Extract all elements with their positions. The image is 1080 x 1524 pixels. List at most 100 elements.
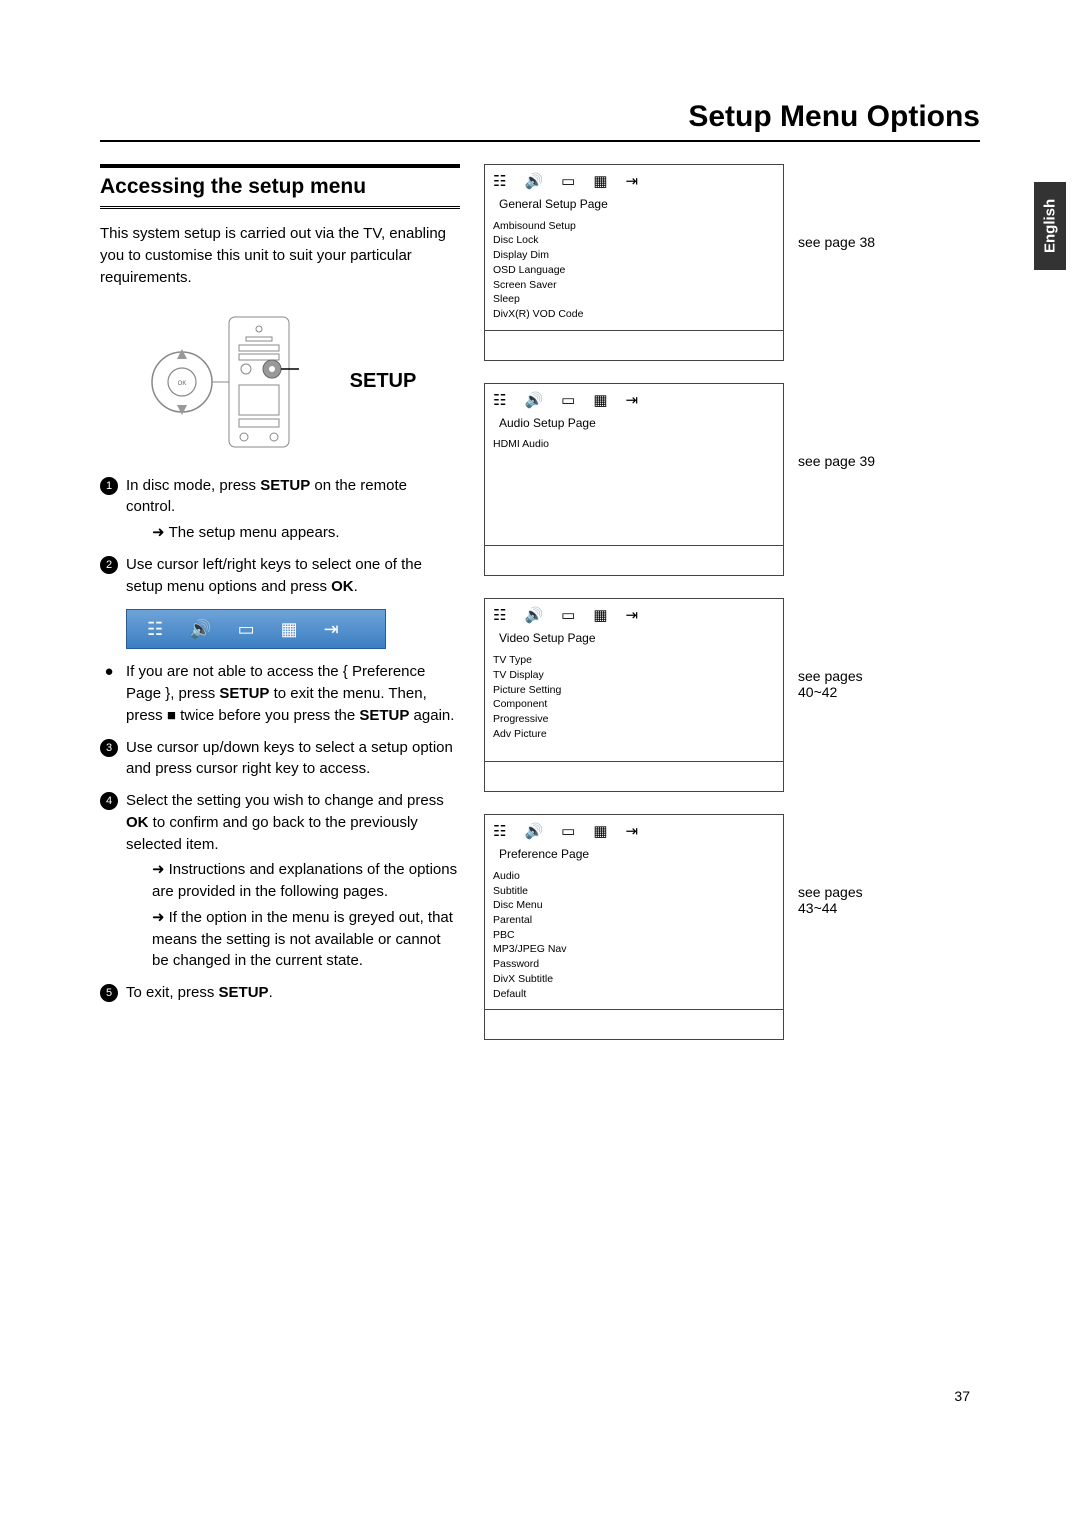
stop-icon: ■ [167,707,176,724]
step5-a: To exit, press [126,984,219,1001]
step4-c: to confirm and go back to the previously… [126,814,418,853]
grid-icon: ▦ [281,616,298,642]
grid-icon: ▦ [593,821,607,842]
sliders-icon: ☷ [493,821,506,842]
bullet-icon: ● [100,661,118,683]
panel-item: Adv Picture [493,727,775,742]
step-3: 3 Use cursor up/down keys to select a se… [100,737,460,781]
panel-item: DivX(R) VOD Code [493,307,775,322]
panel-footer [485,545,783,575]
step1-b: SETUP [260,477,310,494]
sliders-icon: ☷ [493,171,506,192]
panel-item: Progressive [493,712,775,727]
panel-title: Preference Page [485,846,783,867]
panel-item: Disc Lock [493,233,775,248]
panel-item: DivX Subtitle [493,972,775,987]
step2-a: Use cursor left/right keys to select one… [126,556,422,595]
speaker-icon: 🔊 [524,605,543,626]
sliders-icon: ☷ [493,605,506,626]
step1-sub: The setup menu appears. [169,524,340,541]
panel-item: Component [493,697,775,712]
panel-item: HDMI Audio [493,437,775,452]
preference-note: ● If you are not able to access the { Pr… [100,661,460,726]
screen-icon: ▭ [561,605,575,626]
step4-sub2: If the option in the menu is greyed out,… [152,909,453,970]
arrow-icon: ➜ [152,524,165,541]
speaker-icon: 🔊 [524,390,543,411]
panel-item: OSD Language [493,263,775,278]
remote-icon: OK [144,307,344,457]
panel-row: ☷🔊▭▦⇥Video Setup PageTV TypeTV DisplayPi… [484,598,980,792]
panel-item: TV Display [493,668,775,683]
step-bullet-5: 5 [100,984,118,1002]
panel-item: Display Dim [493,248,775,263]
panel-item: Audio [493,869,775,884]
step4-a: Select the setting you wish to change an… [126,792,444,809]
arrow-icon: ➜ [152,861,165,878]
panel-page-reference: see page 38 [784,164,904,250]
setup-panel: ☷🔊▭▦⇥Video Setup PageTV TypeTV DisplayPi… [484,598,784,792]
panel-row: ☷ 🔊 ▭ ▦ ⇥ Audio Setup PageHDMI Audio see page … [484,383,980,577]
screen-icon: ▭ [238,616,255,642]
setup-callout-label: SETUP [350,367,417,396]
step4-b: OK [126,814,149,831]
sliders-icon: ☷ [493,390,506,411]
panel-item: Default [493,987,775,1002]
step-bullet-3: 3 [100,739,118,757]
speaker-icon: 🔊 [189,616,211,642]
step5-c: . [269,984,273,1001]
panel-page-reference: see page 39 [784,383,904,469]
sliders-icon: ☷ [147,616,163,642]
step4-sub1: Instructions and explanations of the opt… [152,861,457,900]
screen-icon: ▭ [561,171,575,192]
panel-title: Audio Setup Page [485,415,783,436]
goto-icon: ⇥ [626,821,639,842]
panel-item: Ambisound Setup [493,219,775,234]
step-1: 1 In disc mode, press SETUP on the remot… [100,475,460,544]
step-5: 5 To exit, press SETUP. [100,982,460,1004]
step5-b: SETUP [219,984,269,1001]
panel-item: Disc Menu [493,898,775,913]
note-e: twice before you press the [176,707,359,724]
step-bullet-4: 4 [100,792,118,810]
svg-text:OK: OK [177,381,186,387]
section-title: Accessing the setup menu [100,164,460,209]
panel-footer [485,330,783,360]
panel-items: HDMI Audio [485,435,783,545]
note-b: SETUP [219,685,269,702]
goto-icon: ⇥ [626,171,639,192]
step2-c: . [354,578,358,595]
arrow-icon: ➜ [152,909,165,926]
panel-item: Sleep [493,292,775,307]
intro-text: This system setup is carried out via the… [100,223,460,288]
panel-title: General Setup Page [485,196,783,217]
step1-a: In disc mode, press [126,477,260,494]
panel-row: ☷🔊▭▦⇥Preference PageAudioSubtitleDisc Me… [484,814,980,1040]
step-bullet-2: 2 [100,556,118,574]
note-f: SETUP [359,707,409,724]
speaker-icon: 🔊 [524,821,543,842]
page-content: Setup Menu Options Accessing the setup m… [100,100,980,1062]
goto-icon: ⇥ [626,390,639,411]
panel-row: ☷🔊▭▦⇥General Setup PageAmbisound SetupDi… [484,164,980,361]
screen-icon: ▭ [561,390,575,411]
step-bullet-1: 1 [100,477,118,495]
panel-item: Picture Setting [493,683,775,698]
goto-icon: ⇥ [626,605,639,626]
panel-page-reference: see pages 40~42 [784,598,904,700]
panel-item: PBC [493,928,775,943]
panel-items: AudioSubtitleDisc MenuParentalPBCMP3/JPE… [485,867,783,1009]
panel-item: TV Type [493,653,775,668]
grid-icon: ▦ [593,390,607,411]
page-title: Setup Menu Options [100,100,980,142]
screen-icon: ▭ [561,821,575,842]
panel-item: Subtitle [493,884,775,899]
step-2: 2 Use cursor left/right keys to select o… [100,554,460,598]
panel-page-reference: see pages 43~44 [784,814,904,916]
grid-icon: ▦ [593,171,607,192]
goto-icon: ⇥ [324,616,339,642]
panel-item: Parental [493,913,775,928]
panel-title: Video Setup Page [485,630,783,651]
setup-panel: ☷ 🔊 ▭ ▦ ⇥ Audio Setup PageHDMI Audio [484,383,784,577]
page-number: 37 [954,1388,970,1404]
